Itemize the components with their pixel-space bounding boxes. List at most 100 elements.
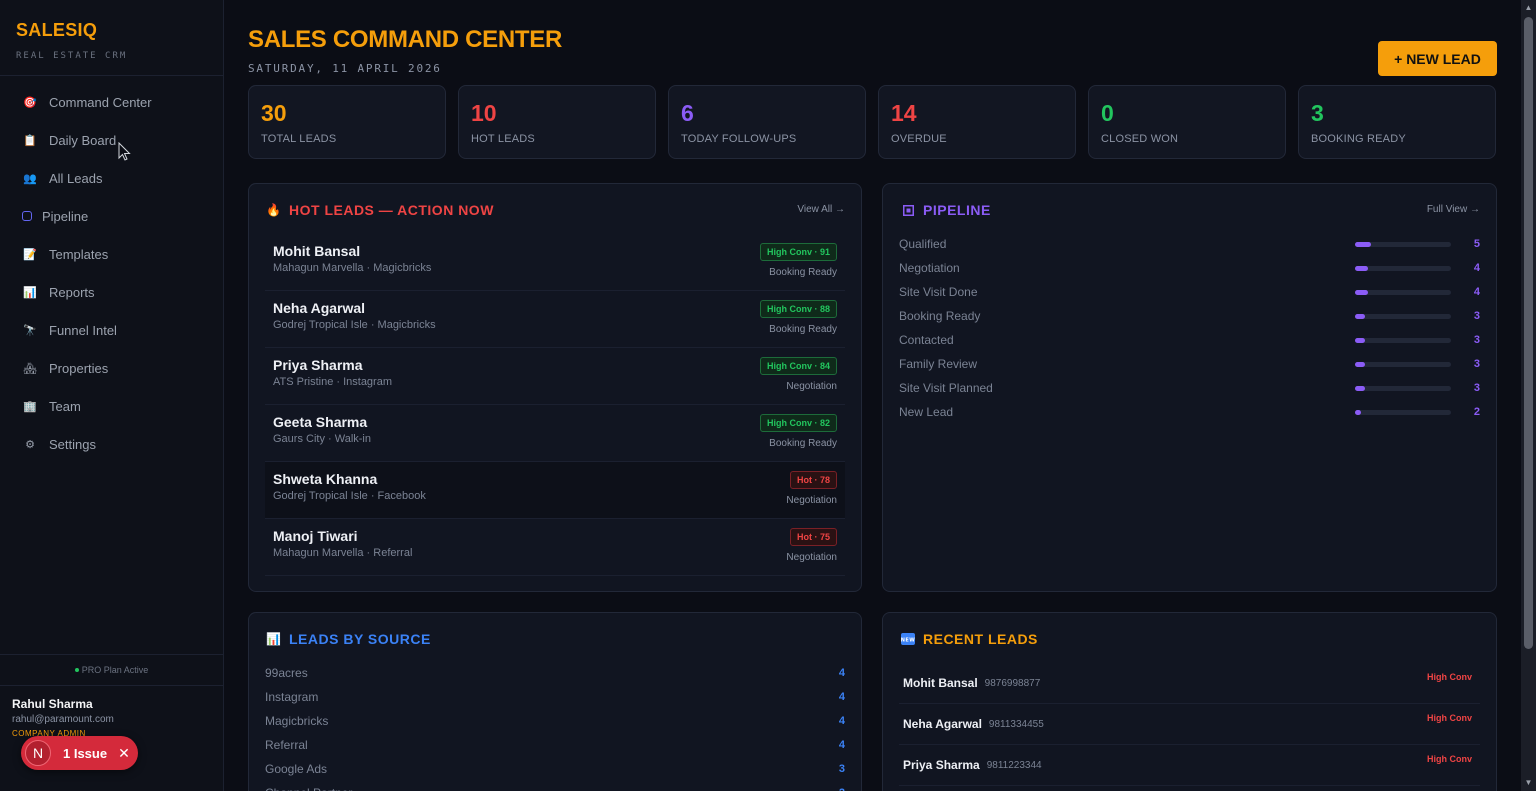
lead-stage: Booking Ready [769,324,837,335]
lead-name: Shweta Khanna [273,471,378,487]
scroll-thumb[interactable] [1524,17,1533,649]
hot-lead-row[interactable]: Geeta Sharma Gaurs City · Walk-in High Con… [265,405,845,462]
bar-chart-icon: 📊 [266,632,282,646]
lead-name: Mohit Bansal [273,243,361,259]
source-count: 3 [838,763,845,775]
pipeline-bar-fill [1355,289,1368,295]
fire-icon: 🔥 [266,203,282,217]
pipeline-bar-fill [1355,241,1371,247]
sidebar-item-settings[interactable]: ⚙ Settings [0,425,223,463]
pipeline-count: 4 [1473,262,1480,274]
sidebar-item-label: Reports [49,284,95,300]
stat-card-hot-leads[interactable]: 10 HOT LEADS [458,85,656,159]
hot-lead-row[interactable]: Manoj Tiwari Mahagun Marvella · Referral H… [265,519,845,576]
recent-lead-row[interactable]: Neha Agarwal 9811334455 High Conv [899,704,1480,745]
mouse-cursor-icon [118,142,131,161]
stat-card-closed-won[interactable]: 0 CLOSED WON [1088,85,1286,159]
hot-lead-row[interactable]: Neha Agarwal Godrej Tropical Isle · Magic… [265,291,845,348]
stats-row: 30 TOTAL LEADS 10 HOT LEADS 6 TODAY FOLLOW-UP… [248,85,1496,159]
page-scrollbar[interactable]: ▲ ▼ [1521,0,1536,791]
pipeline-row[interactable]: Booking Ready 3 [899,304,1480,328]
close-icon[interactable]: ✕ [118,745,130,762]
recent-lead-name: Priya Sharma [903,758,980,772]
pipeline-row[interactable]: Contacted 3 [899,328,1480,352]
recent-title-text: RECENT LEADS [923,631,1038,647]
source-row[interactable]: 99acres 4 [265,661,845,685]
sidebar-item-properties[interactable]: 🏘 Properties [0,349,223,387]
hot-leads-title-text: HOT LEADS — ACTION NOW [289,202,494,218]
recent-lead-row[interactable]: Priya Sharma 9811223344 High Conv [899,745,1480,786]
pipeline-row[interactable]: New Lead 2 [899,400,1480,424]
brand: SALESIQ REAL ESTATE CRM [0,0,223,76]
pipeline-title-text: PIPELINE [923,202,991,218]
source-count: 4 [838,667,845,679]
sidebar-item-funnel-intel[interactable]: 🔭 Funnel Intel [0,311,223,349]
stat-card-booking-ready[interactable]: 3 BOOKING READY [1298,85,1496,159]
sidebar-item-command-center[interactable]: 🎯 Command Center [0,83,223,121]
pipeline-stage-label: Qualified [899,237,947,251]
recent-lead-row[interactable]: Mohit Bansal 9876998877 High Conv [899,663,1480,704]
recent-lead-name: Mohit Bansal [903,676,978,690]
hot-lead-row[interactable]: Mohit Bansal Mahagun Marvella · Magicbric… [265,234,845,291]
sidebar-item-templates[interactable]: 📝 Templates [0,235,223,273]
pipeline-row[interactable]: Qualified 5 [899,232,1480,256]
stat-card-overdue[interactable]: 14 OVERDUE [878,85,1076,159]
sidebar-item-label: All Leads [49,170,103,186]
hot-lead-row[interactable]: Priya Sharma ATS Pristine · Instagram High… [265,348,845,405]
sidebar-nav: 🎯 Command Center 📋 Daily Board 👥 All Leads Pip… [0,76,223,463]
pipeline-count: 5 [1473,238,1480,250]
sidebar-item-label: Pipeline [42,208,89,224]
sidebar-item-reports[interactable]: 📊 Reports [0,273,223,311]
source-row[interactable]: Channel Partner 2 [265,781,845,791]
pipeline-bar-track [1355,337,1451,343]
sidebar-item-daily-board[interactable]: 📋 Daily Board [0,121,223,159]
source-row[interactable]: Google Ads 3 [265,757,845,781]
lead-name: Priya Sharma [273,357,363,373]
issue-indicator[interactable]: N 1 Issue ✕ [21,736,138,770]
pipeline-stage-label: Site Visit Done [899,285,978,299]
pipeline-row[interactable]: Family Review 3 [899,352,1480,376]
stat-card-today-follow-ups[interactable]: 6 TODAY FOLLOW-UPS [668,85,866,159]
stat-card-total-leads[interactable]: 30 TOTAL LEADS [248,85,446,159]
users-icon: 👥 [23,172,37,185]
lead-stage: Negotiation [786,552,837,563]
leads-by-source-card: 📊 LEADS BY SOURCE 99acres 4 Instagram 4 Magi… [248,612,862,791]
full-view-link[interactable]: Full View → [1427,204,1480,215]
pipeline-bar-fill [1355,385,1365,391]
source-label: Channel Partner [265,786,352,791]
hot-lead-row[interactable]: Shweta Khanna Godrej Tropical Isle · Face… [265,462,845,519]
recent-title: NEW RECENT LEADS [901,631,1038,647]
recent-lead-phone: 9876998877 [984,677,1041,689]
source-count: 4 [838,739,845,751]
sidebar-item-pipeline[interactable]: Pipeline [0,197,223,235]
pipeline-row[interactable]: Site Visit Planned 3 [899,376,1480,400]
sidebar-item-team[interactable]: 🏢 Team [0,387,223,425]
source-row[interactable]: Referral 4 [265,733,845,757]
pipeline-bar-track [1355,409,1451,415]
source-label: 99acres [265,666,308,680]
stat-label: CLOSED WON [1101,133,1179,145]
target-icon: 🎯 [23,96,37,109]
scroll-up-icon[interactable]: ▲ [1524,4,1533,12]
source-row[interactable]: Magicbricks 4 [265,709,845,733]
issue-label[interactable]: 1 Issue [63,746,107,761]
clipboard-icon: 📋 [23,134,37,147]
source-list: 99acres 4 Instagram 4 Magicbricks 4 Referral 4 G… [265,661,845,791]
view-all-link[interactable]: View All → [797,204,845,215]
recent-lead-tag: High Conv [1427,754,1472,764]
source-title: 📊 LEADS BY SOURCE [266,631,431,647]
pipeline-row[interactable]: Negotiation 4 [899,256,1480,280]
source-row[interactable]: Instagram 4 [265,685,845,709]
plan-status: PRO Plan Active [0,654,223,686]
source-label: Google Ads [265,762,328,776]
pipeline-count: 4 [1473,286,1480,298]
stat-value: 10 [471,100,497,126]
nextjs-logo-icon: N [25,740,51,766]
user-profile[interactable]: Rahul Sharma rahul@paramount.com COMPANY… [12,697,114,738]
new-lead-button[interactable]: + NEW LEAD [1378,41,1497,76]
memo-icon: 📝 [23,248,37,261]
sidebar-item-all-leads[interactable]: 👥 All Leads [0,159,223,197]
scroll-down-icon[interactable]: ▼ [1524,779,1533,787]
source-title-text: LEADS BY SOURCE [289,631,431,647]
pipeline-row[interactable]: Site Visit Done 4 [899,280,1480,304]
